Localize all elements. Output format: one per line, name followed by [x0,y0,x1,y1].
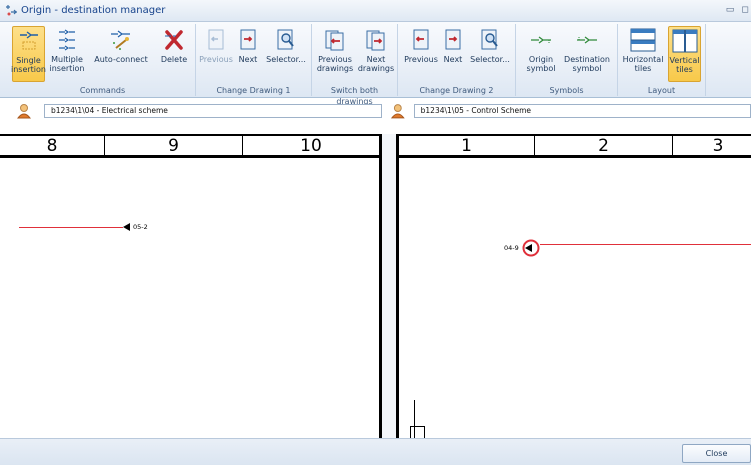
delete-button[interactable]: Delete [158,26,190,82]
close-button[interactable]: Close [682,444,751,463]
vertical-tiles-button[interactable]: Vertical tiles [668,26,701,82]
wire-line [540,244,751,245]
column-number: 8 [0,136,105,156]
group-label-switch-both: Switch both drawings [330,86,379,106]
group-label-change-drawing-2: Change Drawing 2 [419,86,494,95]
group-switch-both-drawings: Previous drawings Next drawings Switch b… [312,24,398,106]
user-icon [390,104,405,119]
column-number: 9 [105,136,243,156]
drawing2-previous-button[interactable]: Previous [404,26,438,82]
previous-drawings-button[interactable]: Previous drawings [315,26,355,82]
user-icon [16,104,32,119]
drawing1-next-button[interactable]: Next [235,26,261,82]
group-symbols: Origin symbol Destination symbol Symbols [516,24,618,96]
horizontal-tiles-button[interactable]: Horizontal tiles [621,26,665,82]
group-change-drawing-2: Previous Next Selector... Change Drawing… [398,24,516,96]
arrow-reference-label: 05-2 [133,223,148,231]
previous-drawings-icon [321,26,349,54]
next-page-icon [439,26,467,54]
column-number: 1 [399,136,535,156]
auto-connect-button[interactable]: Auto-connect [92,26,150,82]
origin-arrow-icon[interactable] [518,238,542,258]
horizontal-tiles-icon [629,26,657,54]
next-drawings-icon [362,26,390,54]
drawing2-column-header: 1 2 3 [399,134,751,158]
drawing2-header: b1234\1\05 - Control Scheme [390,102,751,120]
single-insertion-button[interactable]: Single insertion [11,26,46,82]
column-number: 2 [535,136,673,156]
drawing2-next-button[interactable]: Next [440,26,466,82]
multiple-insertion-button[interactable]: Multiple insertion [48,26,86,82]
destination-symbol-button[interactable]: Destination symbol [560,26,614,82]
drawing2-pane[interactable]: 1 2 3 04-9 [396,134,751,438]
auto-connect-icon [107,26,135,54]
next-page-icon [234,26,262,54]
drawing1-header: b1234\1\04 - Electrical scheme [16,102,382,120]
group-label-symbols: Symbols [549,86,584,95]
terminal-symbol [410,426,425,438]
pane-separator[interactable] [382,134,396,438]
drawing1-column-header: 8 9 10 [0,134,379,158]
drawing1-previous-button[interactable]: Previous [199,26,233,82]
window-title: Origin - destination manager [21,5,166,16]
origin-symbol-icon [527,26,555,54]
origin-symbol-button[interactable]: Origin symbol [526,26,556,82]
drawing1-selector-button[interactable]: Selector... [264,26,308,82]
destination-arrow-icon[interactable] [123,223,131,231]
wire-line [19,227,123,228]
delete-icon [160,26,188,54]
column-number: 3 [712,136,724,156]
vertical-tiles-icon [671,27,699,55]
group-layout: Horizontal tiles Vertical tiles Layout [618,24,706,96]
group-label-commands: Commands [79,86,126,95]
group-label-layout: Layout [647,86,676,95]
group-commands: Single insertion Multiple insertion Auto… [10,24,196,96]
multiple-insertion-icon [53,26,81,54]
selector-magnifier-icon [476,26,504,54]
status-bar [0,438,751,465]
drawing1-pane[interactable]: 8 9 10 05-2 [0,134,382,438]
selector-magnifier-icon [272,26,300,54]
single-insertion-icon [15,27,43,55]
previous-page-icon [407,26,435,54]
ribbon: Single insertion Multiple insertion Auto… [0,22,751,106]
drawing2-selector-button[interactable]: Selector... [468,26,512,82]
previous-page-icon [202,26,230,54]
group-label-change-drawing-1: Change Drawing 1 [216,86,291,95]
destination-symbol-icon [573,26,601,54]
column-number: 10 [300,136,322,156]
title-bar: Origin - destination manager ▭ ◻ [0,0,751,22]
maximize-icon[interactable]: ◻ [739,4,751,16]
minimize-icon[interactable]: ▭ [724,4,736,16]
group-change-drawing-1: Previous Next Selector... Change Drawing… [196,24,312,96]
app-icon [4,4,18,18]
drawing1-path-field[interactable]: b1234\1\04 - Electrical scheme [44,104,382,118]
drawing2-path-field[interactable]: b1234\1\05 - Control Scheme [413,104,751,118]
next-drawings-button[interactable]: Next drawings [357,26,395,82]
origin-reference-label: 04-9 [504,244,519,252]
